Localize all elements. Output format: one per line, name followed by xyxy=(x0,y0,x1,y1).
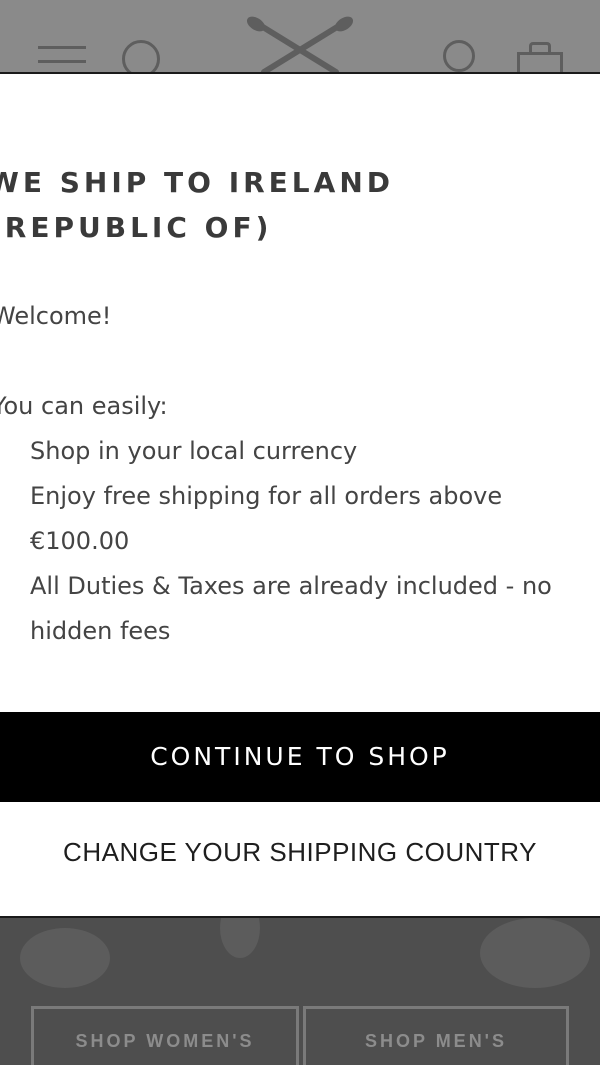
user-icon[interactable] xyxy=(437,40,477,72)
hero-banner: SHOP WOMEN'S SHOP MEN'S xyxy=(0,918,600,1065)
shopping-bag-icon[interactable] xyxy=(517,40,563,77)
crossed-oars-logo[interactable] xyxy=(240,16,360,75)
shop-womens-button[interactable]: SHOP WOMEN'S xyxy=(31,1006,299,1065)
hamburger-menu-icon[interactable] xyxy=(38,40,86,72)
change-shipping-country-button[interactable]: CHANGE YOUR SHIPPING COUNTRY xyxy=(0,812,600,892)
benefit-list: Shop in your local currency Enjoy free s… xyxy=(0,429,597,654)
continue-to-shop-button[interactable]: CONTINUE TO SHOP xyxy=(0,712,600,802)
benefit-item: Enjoy free shipping for all orders above… xyxy=(30,482,503,555)
hero-decoration xyxy=(480,918,590,988)
intro-text: You can easily: xyxy=(0,392,168,420)
hero-decoration xyxy=(20,928,110,988)
site-header xyxy=(0,0,600,78)
modal-body: Welcome! You can easily: Shop in your lo… xyxy=(0,294,597,654)
modal-title: WE SHIP TO IRELAND (REPUBLIC OF) xyxy=(0,166,394,244)
shipping-country-modal: WE SHIP TO IRELAND (REPUBLIC OF) Welcome… xyxy=(0,72,600,918)
benefit-item: All Duties & Taxes are already included … xyxy=(30,572,552,645)
hero-decoration xyxy=(220,918,260,958)
welcome-text: Welcome! xyxy=(0,302,112,330)
benefit-item: Shop in your local currency xyxy=(30,437,358,465)
shop-mens-button[interactable]: SHOP MEN'S xyxy=(303,1006,569,1065)
